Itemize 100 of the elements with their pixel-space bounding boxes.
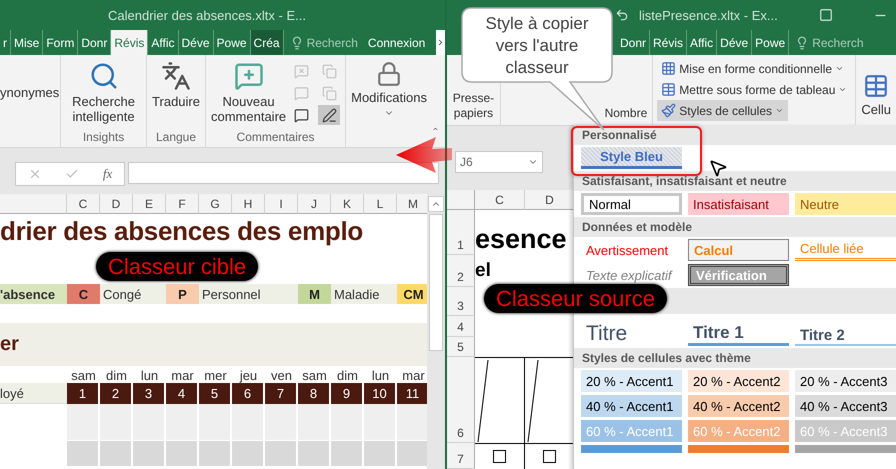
chevron-icon [436,38,445,47]
day-name: mar [401,367,426,383]
styles-button[interactable]: Styles de cellules [657,100,788,121]
ribbon-tab[interactable]: Révis [111,30,148,55]
column-header[interactable]: G [199,194,232,214]
cell-style[interactable]: Insatisfaisant [688,193,789,215]
cell-style[interactable]: Avertissement [581,239,682,261]
smart-lookup-button[interactable]: Recherche intelligente [66,61,142,124]
day-number: 3 [133,383,166,404]
style-swatch[interactable] [795,445,896,453]
column-header[interactable]: D [100,194,133,214]
name-box[interactable]: J6 [455,151,543,173]
row-header[interactable]: 5 [447,337,475,357]
day-name: lun [140,367,160,383]
row-header[interactable]: 2 [447,255,475,287]
row-header[interactable]: 1 [447,210,475,255]
column-header[interactable]: C [475,190,525,210]
column-header[interactable]: L [364,194,397,214]
comment-icon [294,86,309,100]
ribbon-tab[interactable]: Créa [250,30,284,55]
style-swatch[interactable] [688,445,789,453]
cells-button[interactable]: Cellu [861,73,891,117]
cell-style[interactable]: 20 % - Accent3 [795,370,896,392]
table-cell[interactable] [475,357,525,443]
column-header[interactable]: H [232,194,265,214]
section-title: er [0,323,427,366]
sheet-title: drier des absences des emplo [0,216,363,246]
scrollbar-thumb[interactable] [429,214,443,351]
column-header[interactable]: D [525,190,575,210]
row-header[interactable]: 4 [447,316,475,337]
insert-function-button[interactable]: fx [102,166,112,182]
column-header[interactable]: M [397,194,427,214]
pointer-arrow [396,137,452,173]
translate-button[interactable]: Traduire [152,61,200,109]
comment-delete-icon [294,64,309,78]
section-heading: Personnalisé [574,125,896,145]
lock-icon [376,61,402,87]
cell-style[interactable]: Titre 2 [795,316,896,346]
pen-icon [322,108,337,122]
styles-button[interactable]: Mettre sous forme de tableau [657,79,852,100]
column-header[interactable]: C [67,194,100,214]
sign-in-link[interactable]: Connexion [364,30,430,55]
column-header[interactable]: F [166,194,199,214]
row-header[interactable]: 6 [447,357,475,443]
style-swatch[interactable] [581,445,682,453]
day-name: jeu [238,367,258,383]
undo-icon[interactable] [615,8,629,22]
cell-style[interactable]: Titre [581,316,682,346]
cell-style[interactable]: Normal [581,193,682,215]
section-heading: Satisfaisant, insatisfaisant et neutre [574,171,896,191]
comment-plus-icon [234,61,264,91]
day-number: 11 [397,383,427,404]
group-label: Insights [82,130,124,146]
cell-style[interactable]: Style Bleu [581,147,682,169]
synonyms-button[interactable]: ynonymes [0,85,60,100]
cell-style[interactable]: Neutre [795,193,896,215]
column-header[interactable]: E [133,194,166,214]
window-title: listePresence.xltx - Ex... [639,8,778,22]
new-comment-button[interactable]: Nouveau commentaire [210,61,286,124]
changes-button[interactable]: Modifications [351,61,427,118]
day-name: mer [203,367,228,383]
day-number: 7 [265,383,298,404]
cell-style[interactable]: 20 % - Accent1 [581,370,682,392]
day-number: 2 [100,383,133,404]
column-header[interactable]: I [265,194,298,214]
window-title: Calendrier des absences.xltx - E... [108,8,306,22]
cell-style[interactable]: 20 % - Accent2 [688,370,789,392]
ribbon-display-icon[interactable] [819,8,833,22]
scroll-right-button[interactable] [436,30,445,55]
cell-style[interactable]: 40 % - Accent1 [581,395,682,417]
table-icon [661,82,676,97]
styles-button[interactable]: Mise en forme conditionnelle [657,58,848,79]
scroll-up-button[interactable] [428,196,444,212]
day-number: 8 [298,383,331,404]
group-label: Commentaires [236,130,315,146]
clipboard-button[interactable]: Presse-papiers [452,91,495,121]
number-button[interactable]: Nombre [604,106,648,121]
checkbox[interactable] [493,450,506,463]
row-header[interactable]: 7 [447,443,475,469]
cell-title: esence [475,223,568,255]
column-header[interactable]: K [331,194,364,214]
day-number: 6 [232,383,265,404]
cell-style[interactable]: 40 % - Accent2 [688,395,789,417]
column-header[interactable] [0,194,67,214]
caret-icon [775,106,784,115]
day-name: ven [270,367,293,383]
cell-style[interactable]: Texte explicatif [581,264,682,286]
row-header[interactable]: 3 [447,287,475,316]
search-icon [88,61,119,91]
legend-text: Maladie [331,284,397,304]
select-all-button[interactable] [447,190,475,210]
cell-style[interactable]: 40 % - Accent3 [795,395,896,417]
annotation-label: Classeur source [484,284,667,313]
formula-field[interactable] [128,162,439,184]
column-header[interactable]: J [298,194,331,214]
comment-tool-button[interactable] [318,105,340,125]
checkbox[interactable] [543,450,556,463]
day-name: sam [70,367,97,383]
day-name: dim [105,367,128,383]
section-heading: Styles de cellules avec thème [574,348,896,368]
